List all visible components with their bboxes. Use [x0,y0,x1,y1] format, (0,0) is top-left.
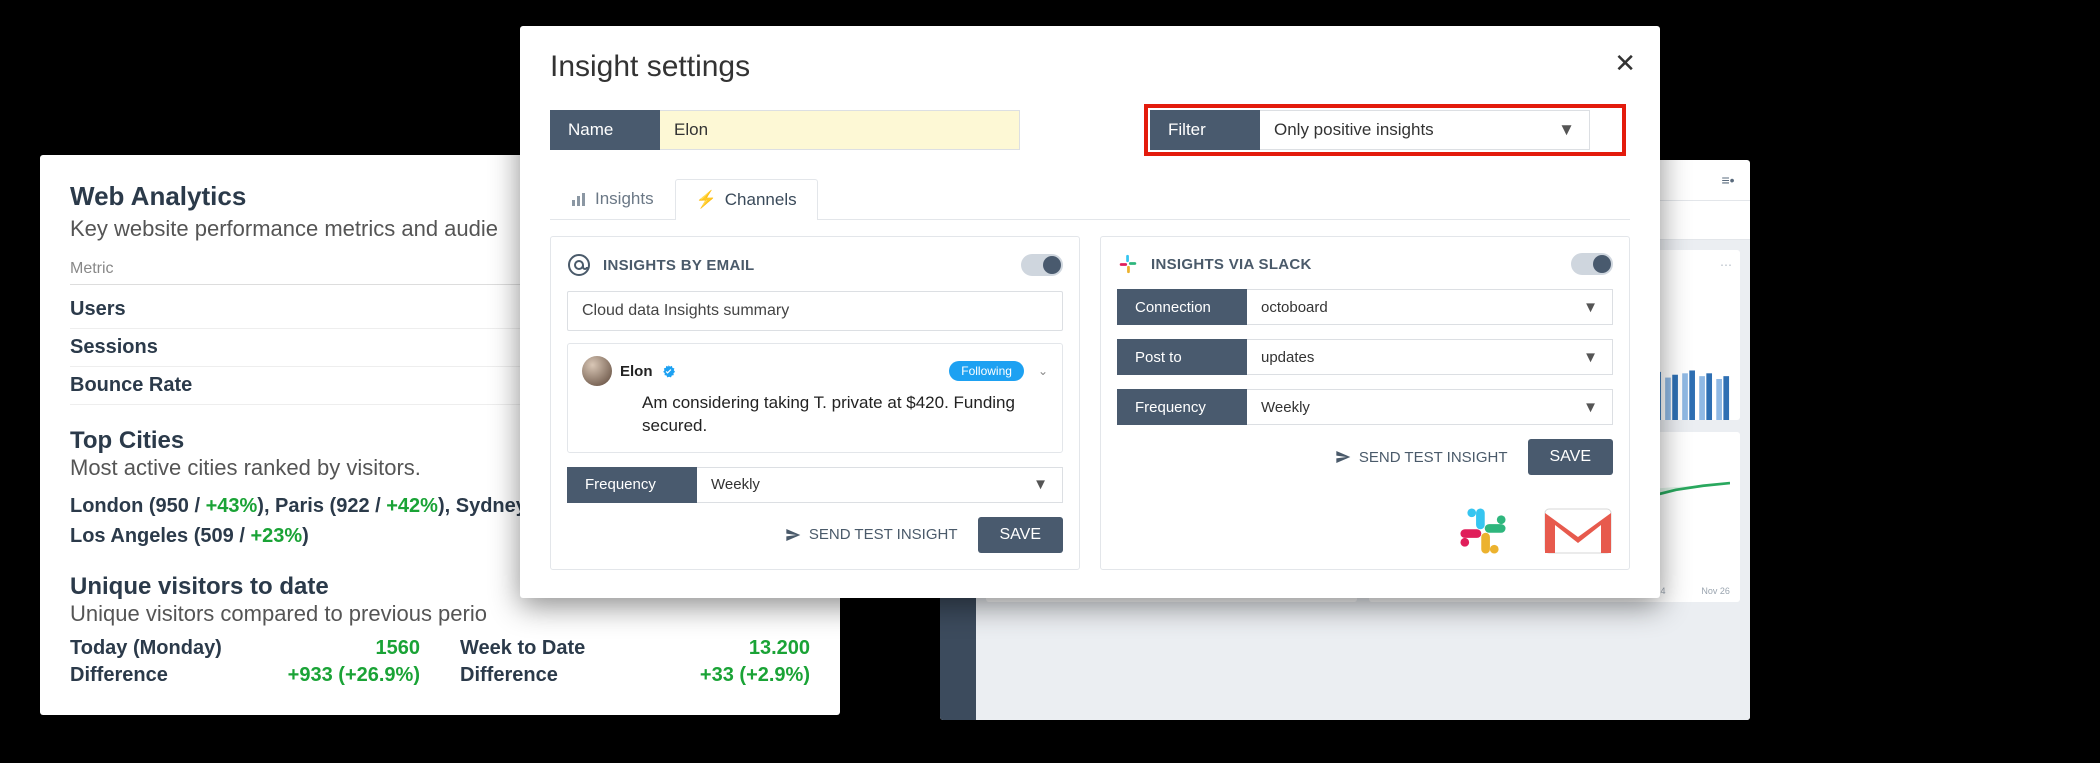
email-send-test-link[interactable]: SEND TEST INSIGHT [785,526,958,543]
chevron-down-icon[interactable]: ⌄ [1038,364,1048,378]
verified-icon [661,364,676,379]
caret-down-icon: ▼ [1558,120,1575,140]
slack-frequency-label: Frequency [1117,389,1247,425]
menu-icon[interactable]: ≡• [1716,168,1740,192]
name-label: Name [550,110,660,150]
close-icon[interactable]: ✕ [1614,48,1636,79]
bars-icon [571,192,587,206]
email-toggle[interactable] [1021,254,1063,276]
send-icon [1335,449,1351,465]
slack-icon [1117,253,1139,275]
slack-toggle[interactable] [1571,253,1613,275]
panel-insights-by-email: INSIGHTS BY EMAIL Cloud data Insights su… [550,236,1080,570]
gmail-logo-icon [1543,505,1613,557]
filter-select[interactable]: Only positive insights▼ [1260,110,1590,150]
insight-settings-modal: Insight settings ✕ Name Elon Filter Only… [520,26,1660,598]
slack-frequency-select[interactable]: Weekly▼ [1247,389,1613,425]
uv-today-diff-row: Difference+933 (+26.9%) [70,664,420,687]
gear-icon[interactable]: ⋯ [1720,258,1732,272]
uv-week-diff-row: Difference+33 (+2.9%) [460,664,810,687]
send-icon [785,527,801,543]
slack-post-to-label: Post to [1117,339,1247,375]
following-badge[interactable]: Following [949,361,1024,381]
tab-channels[interactable]: ⚡ Channels [675,179,818,220]
uv-today-row: Today (Monday)1560 [70,637,420,660]
email-frequency-label: Frequency [567,467,697,503]
filter-field: Filter Only positive insights▼ [1150,110,1620,150]
slack-connection-select[interactable]: octoboard▼ [1247,289,1613,325]
tab-insights[interactable]: Insights [550,178,675,219]
email-summary-input[interactable]: Cloud data Insights summary [567,291,1063,331]
name-field: Name Elon [550,110,1020,150]
unique-visitors-subtitle: Unique visitors compared to previous per… [70,601,810,627]
slack-connection-label: Connection [1117,289,1247,325]
tweet-preview: Elon Following ⌄ Am considering taking T… [567,343,1063,453]
slack-send-test-link[interactable]: SEND TEST INSIGHT [1335,449,1508,466]
modal-title: Insight settings [550,50,1630,84]
channel-logos [1457,505,1613,557]
uv-week-row: Week to Date13.200 [460,637,810,660]
slack-logo-icon [1457,505,1527,557]
slack-post-to-select[interactable]: updates▼ [1247,339,1613,375]
email-frequency-select[interactable]: Weekly▼ [697,467,1063,503]
avatar [582,356,612,386]
filter-label: Filter [1150,110,1260,150]
lightning-icon: ⚡ [696,190,717,210]
slack-save-button[interactable]: SAVE [1528,439,1614,475]
email-save-button[interactable]: SAVE [978,517,1064,553]
at-icon [567,253,591,277]
name-input[interactable]: Elon [660,110,1020,150]
panel-insights-via-slack: INSIGHTS VIA SLACK Connection octoboard▼… [1100,236,1630,570]
